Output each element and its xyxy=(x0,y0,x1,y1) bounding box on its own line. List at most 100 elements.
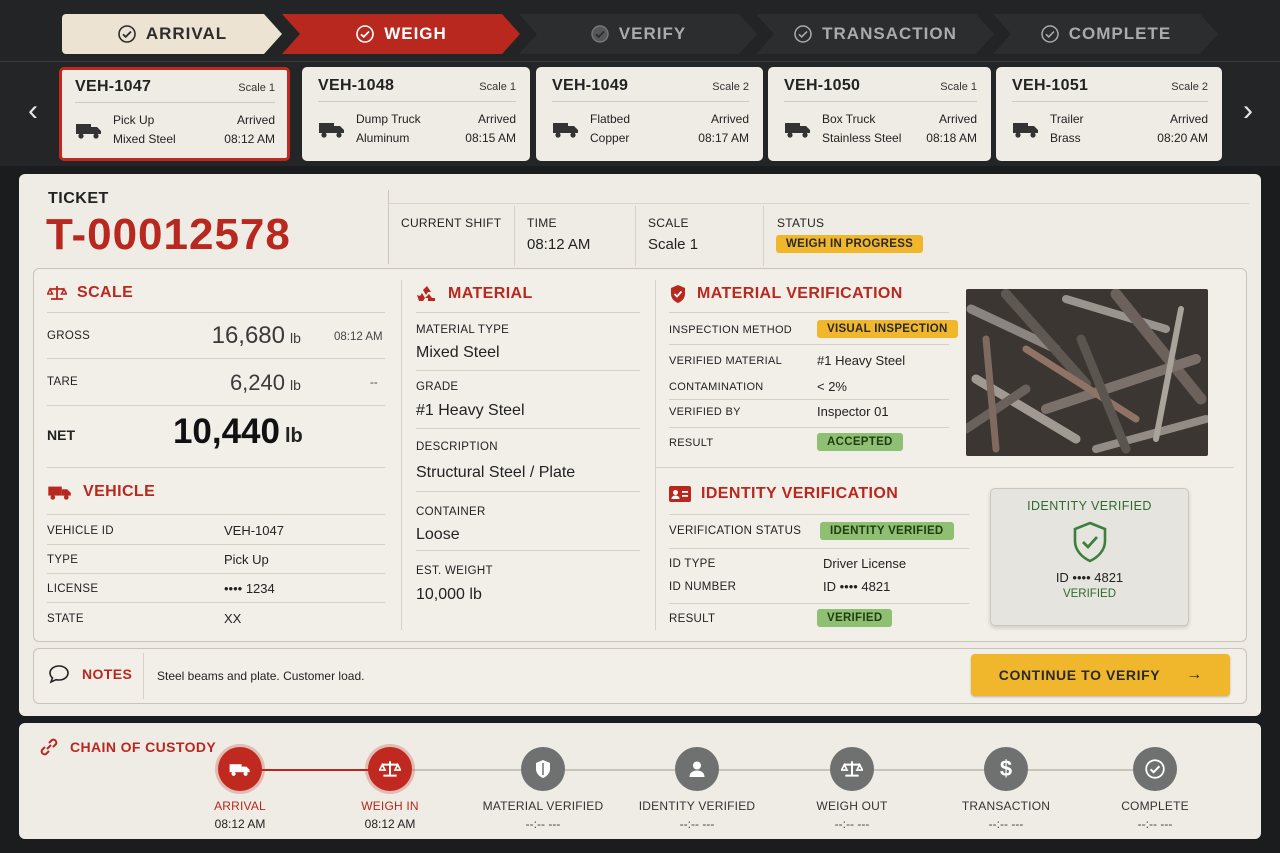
custody-node-arrival[interactable]: ARRIVAL 08:12 AM xyxy=(165,747,315,831)
arrow-right-icon: → xyxy=(1186,666,1203,683)
step-weigh[interactable]: WEIGH xyxy=(282,14,520,54)
divider xyxy=(635,206,636,266)
gross-value: 16,680 xyxy=(211,322,285,349)
chat-bubble-icon xyxy=(49,665,69,684)
divider xyxy=(669,312,949,313)
grade-label: GRADE xyxy=(416,381,459,393)
truck-icon xyxy=(785,123,810,138)
id-number-label: ID NUMBER xyxy=(669,581,737,593)
step-label: TRANSACTION xyxy=(822,24,957,43)
est-weight-value: 10,000 lb xyxy=(416,586,482,603)
custody-node-weigh-in[interactable]: WEIGH IN 08:12 AM xyxy=(315,747,465,831)
net-label: NET xyxy=(47,427,75,443)
continue-to-verify-button[interactable]: CONTINUE TO VERIFY → xyxy=(971,654,1230,696)
identity-verified-card: IDENTITY VERIFIED ID •••• 4821 VERIFIED xyxy=(990,488,1189,626)
vehicle-status: Arrived xyxy=(477,112,516,126)
divider xyxy=(416,491,640,492)
truck-icon xyxy=(319,123,344,138)
custody-node-identity-verified[interactable]: IDENTITY VERIFIED --:-- --- xyxy=(622,747,772,831)
status-badge: WEIGH IN PROGRESS xyxy=(776,235,924,253)
vehicle-card[interactable]: VEH-1049 Scale 2 Flatbed Copper Arrived 08:… xyxy=(536,67,763,161)
vehicle-type: Pick Up xyxy=(113,113,155,127)
scale-icon xyxy=(47,286,67,300)
step-transaction[interactable]: TRANSACTION xyxy=(756,14,994,54)
gross-label: GROSS xyxy=(47,330,91,342)
vehicle-material: Copper xyxy=(590,131,630,145)
vehicle-status: Arrived xyxy=(236,113,275,127)
vehicle-time: 08:18 AM xyxy=(926,131,977,145)
divider xyxy=(514,206,515,266)
step-label: VERIFY xyxy=(618,24,687,43)
custody-node-complete[interactable]: COMPLETE --:-- --- xyxy=(1080,747,1230,831)
vehicle-type: Flatbed xyxy=(590,112,631,126)
divider xyxy=(47,312,385,313)
license-value: •••• 1234 xyxy=(224,581,275,596)
vehicle-time: 08:17 AM xyxy=(698,131,749,145)
id-type-value: Driver License xyxy=(823,556,907,571)
vehicle-type: Box Truck xyxy=(822,112,876,126)
vehicle-scale: Scale 2 xyxy=(712,81,749,93)
vehicle-id: VEH-1049 xyxy=(552,77,629,94)
ticket-number: T-00012578 xyxy=(46,210,291,259)
scale-icon xyxy=(830,747,874,791)
inspection-method-badge: VISUAL INSPECTION xyxy=(817,320,958,338)
vehicle-scale: Scale 2 xyxy=(1171,81,1208,93)
vehicle-card[interactable]: VEH-1051 Scale 2 Trailer Brass Arrived 08:2… xyxy=(996,67,1222,161)
vehicle-card[interactable]: VEH-1047 Scale 1 Pick Up Mixed Steel Arriv… xyxy=(59,67,290,161)
step-complete[interactable]: COMPLETE xyxy=(993,14,1218,54)
tare-value: 6,240 xyxy=(229,370,285,395)
check-circle-icon xyxy=(117,24,137,44)
step-label: COMPLETE xyxy=(1068,24,1172,43)
section-label: MATERIAL VERIFICATION xyxy=(697,285,903,302)
net-value: 10,440 xyxy=(172,412,280,451)
custody-node-transaction[interactable]: $ TRANSACTION --:-- --- xyxy=(931,747,1081,831)
verification-result-label: RESULT xyxy=(669,437,714,449)
divider xyxy=(47,544,385,545)
vehicle-id: VEH-1047 xyxy=(75,78,152,95)
shift-label: CURRENT SHIFT xyxy=(401,216,502,230)
vehicle-id: VEH-1051 xyxy=(1012,77,1089,94)
vehicle-section-title: VEHICLE xyxy=(47,483,155,501)
check-circle-icon xyxy=(355,24,375,44)
node-time: --:-- --- xyxy=(679,817,715,831)
tare-time: -- xyxy=(370,377,378,389)
container-label: CONTAINER xyxy=(416,506,486,518)
inspection-method-label: INSPECTION METHOD xyxy=(669,324,793,336)
divider xyxy=(655,280,656,630)
section-label: SCALE xyxy=(77,284,134,301)
vehicle-status: Arrived xyxy=(710,112,749,126)
step-arrival[interactable]: ARRIVAL xyxy=(62,14,282,54)
gross-time: 08:12 AM xyxy=(334,331,383,343)
vehicle-card[interactable]: VEH-1048 Scale 1 Dump Truck Aluminum Arriv… xyxy=(302,67,530,161)
node-label: WEIGH IN xyxy=(361,799,419,813)
notes-text[interactable]: Steel beams and plate. Customer load. xyxy=(157,669,364,683)
grade-value: #1 Heavy Steel xyxy=(416,402,525,419)
divider xyxy=(389,203,1249,204)
step-verify[interactable]: VERIFY xyxy=(519,14,757,54)
custody-node-weigh-out[interactable]: WEIGH OUT --:-- --- xyxy=(777,747,927,831)
divider xyxy=(669,514,969,515)
material-photo[interactable] xyxy=(966,289,1208,456)
vehicle-id-label: VEHICLE ID xyxy=(47,525,114,537)
vehicle-material: Stainless Steel xyxy=(822,131,902,145)
workflow-step-bar: ARRIVAL WEIGH VERIFY TRANSACTION COMPLET… xyxy=(0,0,1280,62)
divider xyxy=(669,344,949,345)
node-time: 08:12 AM xyxy=(214,817,266,831)
vehicle-time: 08:15 AM xyxy=(465,131,516,145)
divider xyxy=(669,427,949,428)
shield-icon xyxy=(521,747,565,791)
node-time: --:-- --- xyxy=(1137,817,1173,831)
divider xyxy=(47,405,385,406)
custody-node-material-verified[interactable]: MATERIAL VERIFIED --:-- --- xyxy=(468,747,618,831)
status-label: STATUS xyxy=(777,216,825,230)
material-verification-title: MATERIAL VERIFICATION xyxy=(669,284,903,304)
verification-status-label: VERIFICATION STATUS xyxy=(669,525,802,537)
card-id: ID •••• 4821 xyxy=(1055,570,1124,585)
vehicle-card[interactable]: VEH-1050 Scale 1 Box Truck Stainless Steel… xyxy=(768,67,991,161)
identity-result-badge: VERIFIED xyxy=(817,609,893,627)
node-label: COMPLETE xyxy=(1121,799,1189,813)
step-label: WEIGH xyxy=(384,24,447,43)
scale-value: Scale 1 xyxy=(648,236,699,253)
vehicle-material: Aluminum xyxy=(356,131,410,145)
time-label: TIME xyxy=(527,216,557,230)
